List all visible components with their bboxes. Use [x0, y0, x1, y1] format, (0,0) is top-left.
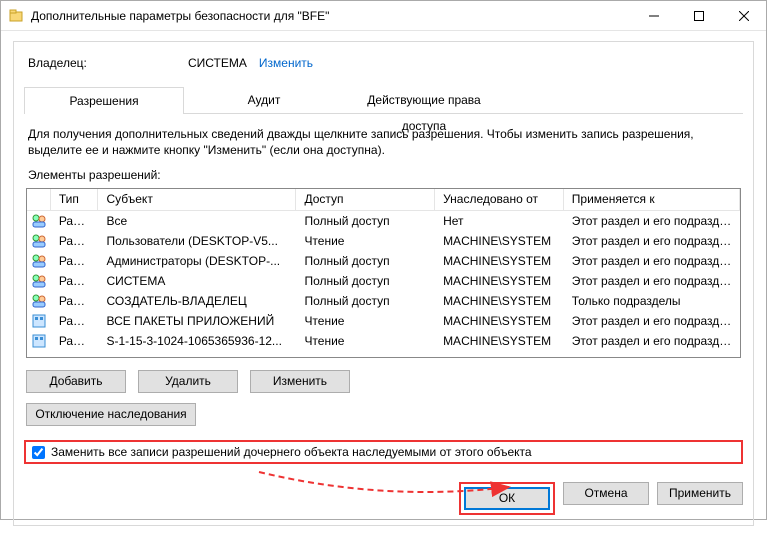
cell-access: Чтение: [296, 234, 435, 248]
table-row[interactable]: Разр...СИСТЕМАПолный доступMACHINE\SYSTE…: [27, 271, 740, 291]
cell-subject: Все: [98, 214, 296, 228]
window: Дополнительные параметры безопасности дл…: [0, 0, 767, 520]
cell-applies: Этот раздел и его подразделы: [564, 254, 740, 268]
principal-icon: [27, 253, 51, 269]
titlebar: Дополнительные параметры безопасности дл…: [1, 1, 766, 31]
cell-subject: СОЗДАТЕЛЬ-ВЛАДЕЛЕЦ: [98, 294, 296, 308]
table-row[interactable]: Разр...ВСЕ ПАКЕТЫ ПРИЛОЖЕНИЙЧтениеMACHIN…: [27, 311, 740, 331]
cell-inherited: Нет: [435, 214, 564, 228]
owner-value: СИСТЕМА: [188, 56, 247, 70]
cell-access: Полный доступ: [296, 254, 435, 268]
cell-subject: S-1-15-3-1024-1065365936-12...: [98, 334, 296, 348]
cell-applies: Только подразделы: [564, 294, 740, 308]
permissions-list[interactable]: Тип Субъект Доступ Унаследовано от Приме…: [26, 188, 741, 358]
replace-child-permissions-checkbox[interactable]: [32, 446, 45, 459]
cell-applies: Этот раздел и его подразделы: [564, 334, 740, 348]
cell-applies: Этот раздел и его подразделы: [564, 314, 740, 328]
col-access[interactable]: Доступ: [296, 189, 435, 211]
cell-access: Полный доступ: [296, 294, 435, 308]
principal-icon: [27, 293, 51, 309]
cancel-button[interactable]: Отмена: [563, 482, 649, 505]
client-area: Владелец: СИСТЕМА Изменить Разрешения Ау…: [1, 31, 766, 538]
cell-type: Разр...: [51, 274, 99, 288]
table-row[interactable]: Разр...S-1-15-3-1024-1065365936-12...Чте…: [27, 331, 740, 351]
ok-highlight-frame: ОК: [459, 482, 555, 515]
table-row[interactable]: Разр...Пользователи (DESKTOP-V5...Чтение…: [27, 231, 740, 251]
col-subject[interactable]: Субъект: [98, 189, 296, 211]
change-owner-link[interactable]: Изменить: [259, 56, 313, 70]
cell-type: Разр...: [51, 334, 99, 348]
principal-icon: [27, 333, 51, 349]
table-row[interactable]: Разр...ВсеПолный доступНетЭтот раздел и …: [27, 211, 740, 231]
cell-inherited: MACHINE\SYSTEM: [435, 334, 564, 348]
cell-inherited: MACHINE\SYSTEM: [435, 314, 564, 328]
table-row[interactable]: Разр...Администраторы (DESKTOP-...Полный…: [27, 251, 740, 271]
ok-button[interactable]: ОК: [464, 487, 550, 510]
cell-type: Разр...: [51, 294, 99, 308]
owner-row: Владелец: СИСТЕМА Изменить: [24, 56, 743, 70]
cell-type: Разр...: [51, 234, 99, 248]
hint-text: Для получения дополнительных сведений дв…: [28, 126, 739, 158]
cell-subject: Администраторы (DESKTOP-...: [98, 254, 296, 268]
add-button[interactable]: Добавить: [26, 370, 126, 393]
tab-audit[interactable]: Аудит: [184, 86, 344, 113]
window-controls: [631, 1, 766, 31]
cell-applies: Этот раздел и его подразделы: [564, 214, 740, 228]
close-button[interactable]: [721, 1, 766, 31]
cell-inherited: MACHINE\SYSTEM: [435, 274, 564, 288]
apply-button[interactable]: Применить: [657, 482, 743, 505]
window-title: Дополнительные параметры безопасности дл…: [31, 9, 631, 23]
dialog-buttons: ОК Отмена Применить: [24, 482, 743, 515]
principal-icon: [27, 233, 51, 249]
cell-subject: Пользователи (DESKTOP-V5...: [98, 234, 296, 248]
principal-icon: [27, 273, 51, 289]
list-header: Тип Субъект Доступ Унаследовано от Приме…: [27, 189, 740, 211]
cell-subject: СИСТЕМА: [98, 274, 296, 288]
principal-icon: [27, 213, 51, 229]
col-type[interactable]: Тип: [51, 189, 99, 211]
replace-child-permissions-row[interactable]: Заменить все записи разрешений дочернего…: [24, 440, 743, 464]
cell-subject: ВСЕ ПАКЕТЫ ПРИЛОЖЕНИЙ: [98, 314, 296, 328]
col-applies[interactable]: Применяется к: [564, 189, 740, 211]
cell-inherited: MACHINE\SYSTEM: [435, 234, 564, 248]
table-row[interactable]: Разр...СОЗДАТЕЛЬ-ВЛАДЕЛЕЦПолный доступMA…: [27, 291, 740, 311]
section-label: Элементы разрешений:: [28, 168, 739, 182]
shield-folder-icon: [9, 8, 25, 24]
edit-button[interactable]: Изменить: [250, 370, 350, 393]
cell-type: Разр...: [51, 254, 99, 268]
remove-button[interactable]: Удалить: [138, 370, 238, 393]
cell-access: Чтение: [296, 334, 435, 348]
cell-access: Полный доступ: [296, 274, 435, 288]
tab-effective-access[interactable]: Действующие права доступа: [344, 86, 504, 113]
disable-inheritance-button[interactable]: Отключение наследования: [26, 403, 196, 426]
tab-permissions[interactable]: Разрешения: [24, 87, 184, 114]
minimize-button[interactable]: [631, 1, 676, 31]
cell-access: Полный доступ: [296, 214, 435, 228]
cell-inherited: MACHINE\SYSTEM: [435, 294, 564, 308]
principal-icon: [27, 313, 51, 329]
owner-label: Владелец:: [28, 56, 188, 70]
disable-inheritance-row: Отключение наследования: [26, 403, 741, 426]
main-panel: Владелец: СИСТЕМА Изменить Разрешения Ау…: [13, 41, 754, 526]
cell-applies: Этот раздел и его подразделы: [564, 274, 740, 288]
action-buttons: Добавить Удалить Изменить: [26, 370, 741, 393]
cell-access: Чтение: [296, 314, 435, 328]
cell-applies: Этот раздел и его подразделы: [564, 234, 740, 248]
cell-inherited: MACHINE\SYSTEM: [435, 254, 564, 268]
replace-child-permissions-label: Заменить все записи разрешений дочернего…: [51, 445, 532, 459]
maximize-button[interactable]: [676, 1, 721, 31]
tabs: Разрешения Аудит Действующие права досту…: [24, 86, 743, 114]
col-inherited[interactable]: Унаследовано от: [435, 189, 564, 211]
cell-type: Разр...: [51, 314, 99, 328]
cell-type: Разр...: [51, 214, 99, 228]
